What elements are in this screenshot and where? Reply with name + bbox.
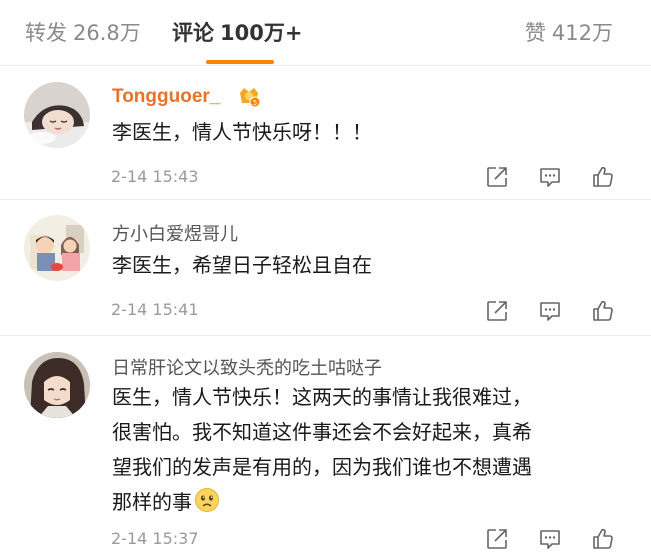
comment-text-fragment: 那样的事: [112, 490, 192, 514]
thumbs-up-icon[interactable]: [591, 165, 615, 189]
active-tab-indicator: [206, 60, 274, 64]
tab-repost-label: 转发: [25, 21, 67, 45]
comment-time: 2-14 15:41: [111, 300, 199, 319]
comment-text: 李医生，情人节快乐呀！！！: [112, 115, 372, 150]
avatar[interactable]: [24, 215, 90, 281]
comment-text-line: 李医生，情人节快乐呀！！！: [112, 120, 372, 144]
comment-item: 方小白爱煜哥儿 李医生，希望日子轻松且自在 2-14 15:41: [0, 200, 651, 336]
comment-text-line: 望我们的发声是有用的，因为我们谁也不想遭遇: [112, 455, 532, 479]
tab-comment-label: 评论: [172, 21, 214, 45]
comment-actions: [485, 299, 615, 323]
comment-icon[interactable]: [538, 165, 562, 189]
sad-face-emoji-icon: [195, 488, 219, 512]
tab-comment[interactable]: 评论 100万+: [172, 17, 302, 47]
comment-time: 2-14 15:37: [111, 529, 199, 548]
comment-actions: [485, 527, 615, 551]
comment-icon[interactable]: [538, 299, 562, 323]
comment-text: 医生，情人节快乐！这两天的事情让我很难过， 很害怕。我不知道这件事还会不会好起来…: [112, 380, 532, 520]
vip-badge-icon: 5: [237, 84, 261, 108]
comment-text: 李医生，希望日子轻松且自在: [112, 248, 372, 283]
comment-item: 日常肝论文以致头秃的吃土咕哒子 医生，情人节快乐！这两天的事情让我很难过， 很害…: [0, 336, 651, 560]
avatar[interactable]: [24, 82, 90, 148]
tab-comment-count: 100万+: [220, 21, 303, 45]
comment-text-line: 李医生，希望日子轻松且自在: [112, 253, 372, 277]
tab-repost-count: 26.8万: [73, 21, 141, 45]
thumbs-up-icon[interactable]: [591, 299, 615, 323]
comment-tabs: 转发 26.8万 评论 100万+ 赞 412万: [0, 0, 651, 66]
avatar[interactable]: [24, 352, 90, 418]
thumbs-up-icon[interactable]: [591, 527, 615, 551]
share-icon[interactable]: [485, 299, 509, 323]
share-icon[interactable]: [485, 527, 509, 551]
tab-like[interactable]: 赞 412万: [525, 17, 613, 47]
comment-text-line: 很害怕。我不知道这件事还会不会好起来，真希: [112, 420, 532, 444]
tab-like-label: 赞: [524, 21, 546, 45]
username[interactable]: 方小白爱煜哥儿: [112, 220, 238, 246]
comment-item: Tongguoer_ 5 李医生，情人节快乐呀！！！ 2-14 15:43: [0, 66, 651, 200]
comment-time: 2-14 15:43: [111, 167, 199, 186]
tab-like-count: 412万: [551, 21, 613, 45]
comment-text-line: 医生，情人节快乐！这两天的事情让我很难过，: [112, 385, 532, 409]
comment-text-line-last: 那样的事: [112, 485, 532, 520]
svg-text:5: 5: [253, 99, 257, 107]
tab-repost[interactable]: 转发 26.8万: [25, 17, 141, 47]
share-icon[interactable]: [485, 165, 509, 189]
comment-icon[interactable]: [538, 527, 562, 551]
comment-actions: [485, 165, 615, 189]
username[interactable]: Tongguoer_: [112, 86, 220, 108]
username[interactable]: 日常肝论文以致头秃的吃土咕哒子: [112, 354, 382, 380]
